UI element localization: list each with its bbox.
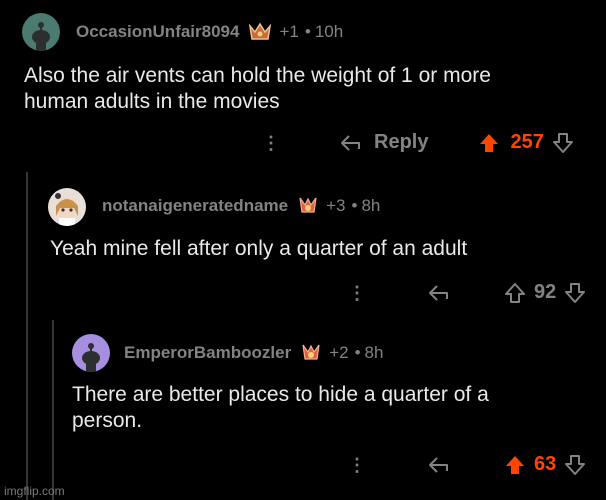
avatar-2[interactable] [48, 188, 86, 226]
character-avatar-icon [55, 193, 78, 226]
downvote-arrow-icon[interactable] [564, 454, 586, 476]
comment-body: There are better places to hide a quarte… [72, 382, 592, 434]
downvote-arrow-icon[interactable] [552, 132, 574, 154]
snoo-avatar-icon [82, 343, 100, 372]
reply-arrow-icon [429, 284, 448, 301]
watermark: imgflip.com [4, 484, 65, 498]
award-icon [296, 196, 320, 216]
award-icon [247, 22, 273, 42]
award-icon [299, 343, 323, 363]
comment-line: There are better places to hide a quarte… [72, 383, 489, 406]
comment-line: Also the air vents can hold the weight o… [24, 64, 491, 87]
username[interactable]: notanaigeneratedname [102, 196, 288, 216]
score: 257 [510, 131, 544, 153]
separator: • [351, 196, 358, 215]
comment-line: human adults in the movies [24, 90, 280, 113]
comment-line: person. [72, 409, 143, 432]
upvote-arrow-icon[interactable] [478, 132, 500, 154]
karma-change: +3 [326, 196, 346, 215]
more-options-icon[interactable]: ⋮ [348, 456, 366, 474]
downvote-arrow-icon[interactable] [564, 282, 586, 304]
timestamp: 8h [364, 343, 384, 362]
separator: • [304, 22, 311, 41]
upvote-arrow-icon[interactable] [504, 454, 526, 476]
thread-line [26, 172, 28, 500]
avatar-3[interactable] [72, 334, 110, 372]
reply-button[interactable]: Reply [340, 131, 428, 154]
avatar-1[interactable] [22, 13, 60, 51]
karma-change: +2 [329, 343, 349, 362]
thread-line [52, 320, 54, 500]
timestamp: 10h [314, 22, 344, 41]
reply-arrow-icon [429, 456, 448, 473]
reply-button[interactable] [428, 456, 462, 474]
username[interactable]: EmperorBamboozler [124, 343, 291, 363]
username[interactable]: OccasionUnfair8094 [76, 22, 239, 42]
comment-body: Yeah mine fell after only a quarter of a… [50, 236, 590, 262]
comment-line: Yeah mine fell after only a quarter of a… [50, 237, 468, 260]
upvote-arrow-icon[interactable] [504, 282, 526, 304]
score: 63 [534, 453, 557, 475]
snoo-avatar-icon [32, 22, 50, 51]
comment-body: Also the air vents can hold the weight o… [24, 63, 584, 115]
karma-change: +1 [279, 22, 299, 41]
more-options-icon[interactable]: ⋮ [262, 134, 280, 152]
score: 92 [534, 281, 557, 303]
reply-button[interactable] [428, 284, 462, 302]
separator: • [354, 343, 361, 362]
more-options-icon[interactable]: ⋮ [348, 284, 366, 302]
timestamp: 8h [361, 196, 381, 215]
reply-label: Reply [374, 131, 429, 153]
reply-arrow-icon [341, 134, 360, 151]
